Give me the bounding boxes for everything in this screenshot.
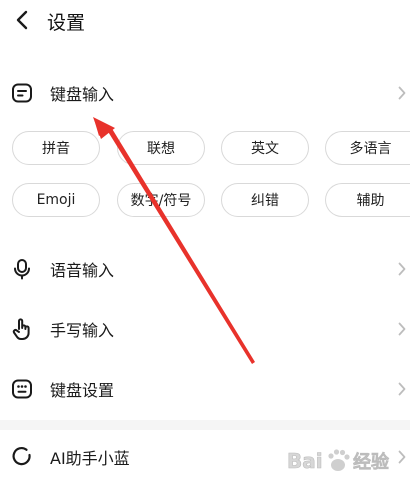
menu-item-label: 语音输入 [50, 261, 115, 280]
chevron-right-icon [396, 261, 408, 277]
chip-pinyin[interactable]: 拼音 [12, 131, 100, 165]
chevron-right-icon [396, 321, 408, 337]
keyboard-icon [10, 377, 34, 401]
menu-item-voice-input[interactable]: 语音输入 [0, 241, 410, 297]
chip-association[interactable]: 联想 [117, 131, 205, 165]
microphone-icon [10, 257, 34, 281]
chip-english[interactable]: 英文 [221, 131, 309, 165]
menu-item-keyboard-settings[interactable]: 键盘设置 [0, 361, 410, 417]
title-bar: 设置 [0, 0, 410, 42]
chip-correction[interactable]: 纠错 [221, 183, 309, 217]
menu-item-label: AI助手小蓝 [50, 449, 130, 468]
chevron-right-icon [396, 85, 408, 101]
back-button[interactable] [8, 6, 36, 34]
menu-item-label: 键盘设置 [50, 381, 115, 400]
chip-emoji[interactable]: Emoji [12, 183, 100, 217]
menu-item-keyboard-input[interactable]: 键盘输入 [0, 65, 410, 121]
svg-text:经验: 经验 [353, 451, 390, 473]
svg-text:Bai: Bai [287, 449, 323, 473]
chip-number-symbol[interactable]: 数字/符号 [117, 183, 205, 217]
menu-item-label: 键盘输入 [50, 85, 115, 104]
menu-item-handwriting-input[interactable]: 手写输入 [0, 301, 410, 357]
hand-pointer-icon [10, 317, 34, 341]
chevron-right-icon [396, 381, 408, 397]
chip-assist[interactable]: 辅助 [325, 183, 410, 217]
keyboard-input-icon [10, 81, 34, 105]
ai-ring-icon [10, 445, 34, 469]
menu-item-label: 手写输入 [50, 321, 115, 340]
page-title: 设置 [47, 12, 86, 34]
chevron-left-icon [16, 10, 28, 30]
chip-multilingual[interactable]: 多语言 [325, 131, 410, 165]
baidu-watermark-logo: Bai 经验 [287, 449, 391, 474]
